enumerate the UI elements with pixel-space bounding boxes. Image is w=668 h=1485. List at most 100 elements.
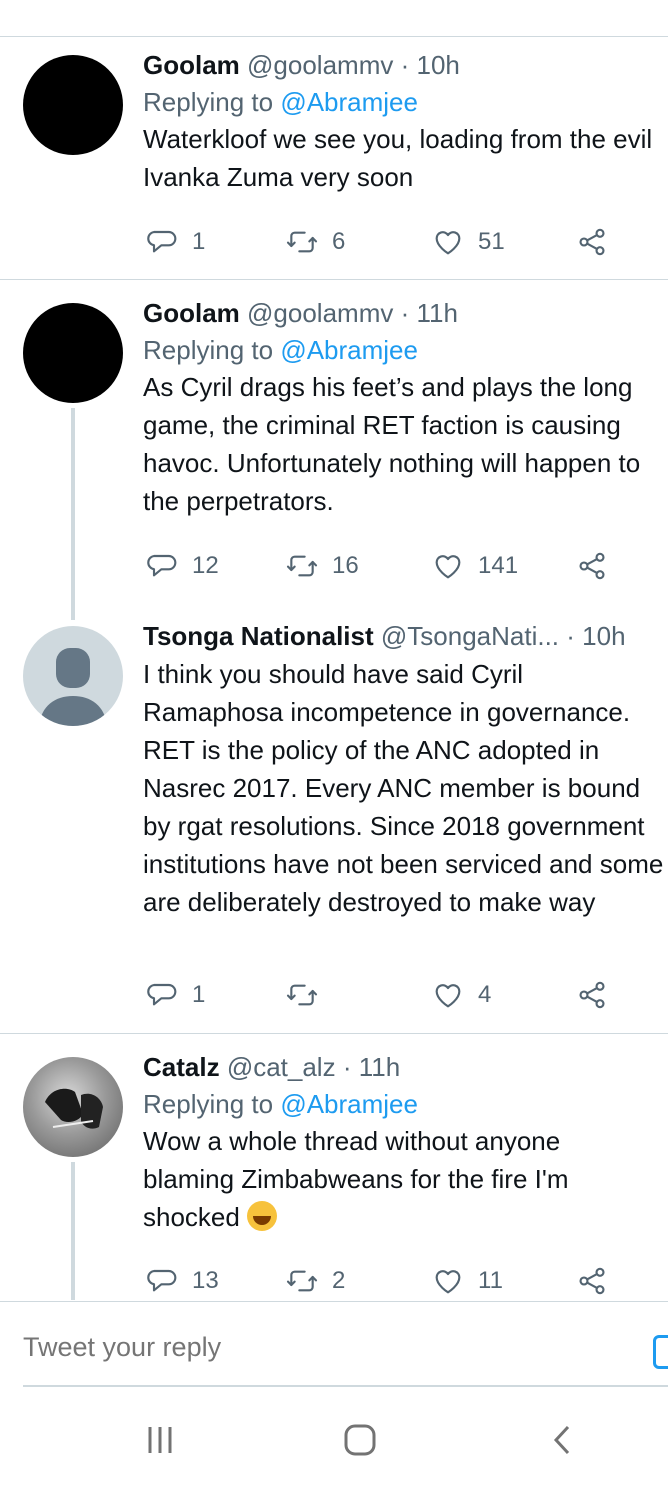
- share-button[interactable]: [576, 224, 608, 260]
- retweet-icon: [286, 979, 318, 1011]
- reply-composer: [0, 1302, 668, 1386]
- reply-icon: [146, 1265, 178, 1297]
- author-handle[interactable]: @goolammv: [247, 298, 393, 328]
- retweet-count: 16: [332, 552, 359, 579]
- author-handle[interactable]: @cat_alz: [227, 1052, 336, 1082]
- top-divider: [0, 36, 668, 37]
- author-name[interactable]: Goolam: [143, 50, 240, 80]
- mention-link[interactable]: @Abramjee: [280, 1089, 418, 1119]
- like-button[interactable]: 4: [432, 977, 491, 1013]
- replying-to: Replying to @Abramjee: [143, 84, 668, 120]
- tweet-actions: 1 4: [146, 977, 616, 1013]
- author-name[interactable]: Goolam: [143, 298, 240, 328]
- tweet-header: Goolam @goolammv · 11h: [143, 296, 668, 330]
- tweet[interactable]: Goolam @goolammv · 11h Replying to @Abra…: [143, 296, 668, 520]
- recents-icon: [148, 1427, 172, 1453]
- share-button[interactable]: [576, 548, 608, 584]
- retweet-icon: [286, 550, 318, 582]
- tweet-text: As Cyril drags his feet’s and plays the …: [143, 372, 641, 516]
- replying-to: Replying to @Abramjee: [143, 332, 668, 368]
- timestamp[interactable]: 10h: [417, 50, 460, 80]
- mention-link[interactable]: @Abramjee: [280, 335, 418, 365]
- default-profile-icon: [39, 648, 107, 726]
- system-nav-bar: [0, 1400, 668, 1485]
- retweet-icon: [286, 226, 318, 258]
- grinning-sweat-emoji: [247, 1201, 278, 1231]
- heart-icon: [432, 979, 464, 1011]
- author-name[interactable]: Tsonga Nationalist: [143, 621, 374, 651]
- tweet[interactable]: Tsonga Nationalist @TsongaNati... · 10h …: [143, 619, 668, 921]
- share-icon: [576, 1265, 608, 1297]
- tweet-text: Waterkloof we see you, loading from the …: [143, 124, 653, 192]
- like-count: 141: [478, 552, 519, 579]
- retweet-button[interactable]: 2: [286, 1263, 345, 1299]
- separator-dot: ·: [566, 621, 575, 651]
- retweet-count: 6: [332, 228, 346, 255]
- tweet-actions: 13 2 11: [146, 1263, 616, 1299]
- camera-icon[interactable]: [653, 1335, 668, 1369]
- tweet[interactable]: Goolam @goolammv · 10h Replying to @Abra…: [143, 48, 668, 196]
- like-count: 4: [478, 981, 492, 1008]
- thread-line: [71, 408, 75, 620]
- tweet-header: Catalz @cat_alz · 11h: [143, 1050, 668, 1084]
- avatar[interactable]: [23, 55, 123, 155]
- retweet-button[interactable]: [286, 977, 332, 1013]
- author-handle[interactable]: @goolammv: [247, 50, 393, 80]
- reply-icon: [146, 226, 178, 258]
- retweet-count: 2: [332, 1267, 346, 1294]
- tweet-text: Wow a whole thread without anyone blamin…: [143, 1122, 643, 1236]
- timestamp[interactable]: 11h: [417, 298, 458, 328]
- avatar[interactable]: [23, 626, 123, 726]
- heart-icon: [432, 550, 464, 582]
- reply-button[interactable]: 13: [146, 1263, 219, 1299]
- tweet-actions: 12 16 141: [146, 548, 616, 584]
- tweet-divider: [0, 1033, 668, 1034]
- reply-icon: [146, 550, 178, 582]
- home-icon: [344, 1424, 376, 1456]
- avatar[interactable]: [23, 303, 123, 403]
- like-count: 11: [478, 1267, 503, 1294]
- tweet-text-body: Wow a whole thread without anyone blamin…: [143, 1126, 569, 1232]
- reply-count: 13: [192, 1267, 219, 1294]
- composer-underline: [23, 1385, 668, 1387]
- reply-input[interactable]: [23, 1332, 623, 1363]
- home-button[interactable]: [335, 1420, 385, 1460]
- timestamp[interactable]: 11h: [359, 1052, 400, 1082]
- share-button[interactable]: [576, 1263, 608, 1299]
- reply-count: 1: [192, 981, 206, 1008]
- replying-to: Replying to @Abramjee: [143, 1086, 668, 1122]
- reply-button[interactable]: 1: [146, 224, 205, 260]
- timestamp[interactable]: 10h: [582, 621, 625, 651]
- recents-button[interactable]: [135, 1420, 185, 1460]
- author-handle[interactable]: @TsongaNati...: [381, 621, 559, 651]
- reply-button[interactable]: 1: [146, 977, 205, 1013]
- replying-to-label: Replying to: [143, 1089, 281, 1119]
- back-icon: [553, 1425, 570, 1455]
- reply-button[interactable]: 12: [146, 548, 219, 584]
- retweet-button[interactable]: 6: [286, 224, 345, 260]
- tweet-text: I think you should have said Cyril Ramap…: [143, 659, 664, 917]
- avatar[interactable]: [23, 1057, 123, 1157]
- tweet[interactable]: Catalz @cat_alz · 11h Replying to @Abram…: [143, 1050, 668, 1236]
- like-button[interactable]: 11: [432, 1263, 503, 1299]
- share-button[interactable]: [576, 977, 608, 1013]
- like-count: 51: [478, 228, 505, 255]
- reply-icon: [146, 979, 178, 1011]
- reply-count: 12: [192, 552, 219, 579]
- like-button[interactable]: 141: [432, 548, 518, 584]
- separator-dot: ·: [400, 50, 410, 80]
- like-button[interactable]: 51: [432, 224, 505, 260]
- tweet-header: Goolam @goolammv · 10h: [143, 48, 668, 82]
- mention-link[interactable]: @Abramjee: [280, 87, 418, 117]
- heart-icon: [432, 226, 464, 258]
- replying-to-label: Replying to: [143, 335, 281, 365]
- retweet-icon: [286, 1265, 318, 1297]
- share-icon: [576, 226, 608, 258]
- retweet-button[interactable]: 16: [286, 548, 359, 584]
- author-name[interactable]: Catalz: [143, 1052, 220, 1082]
- thread-line: [71, 1162, 75, 1300]
- heart-icon: [432, 1265, 464, 1297]
- separator-dot: ·: [342, 1052, 352, 1082]
- back-button[interactable]: [537, 1420, 587, 1460]
- share-icon: [576, 550, 608, 582]
